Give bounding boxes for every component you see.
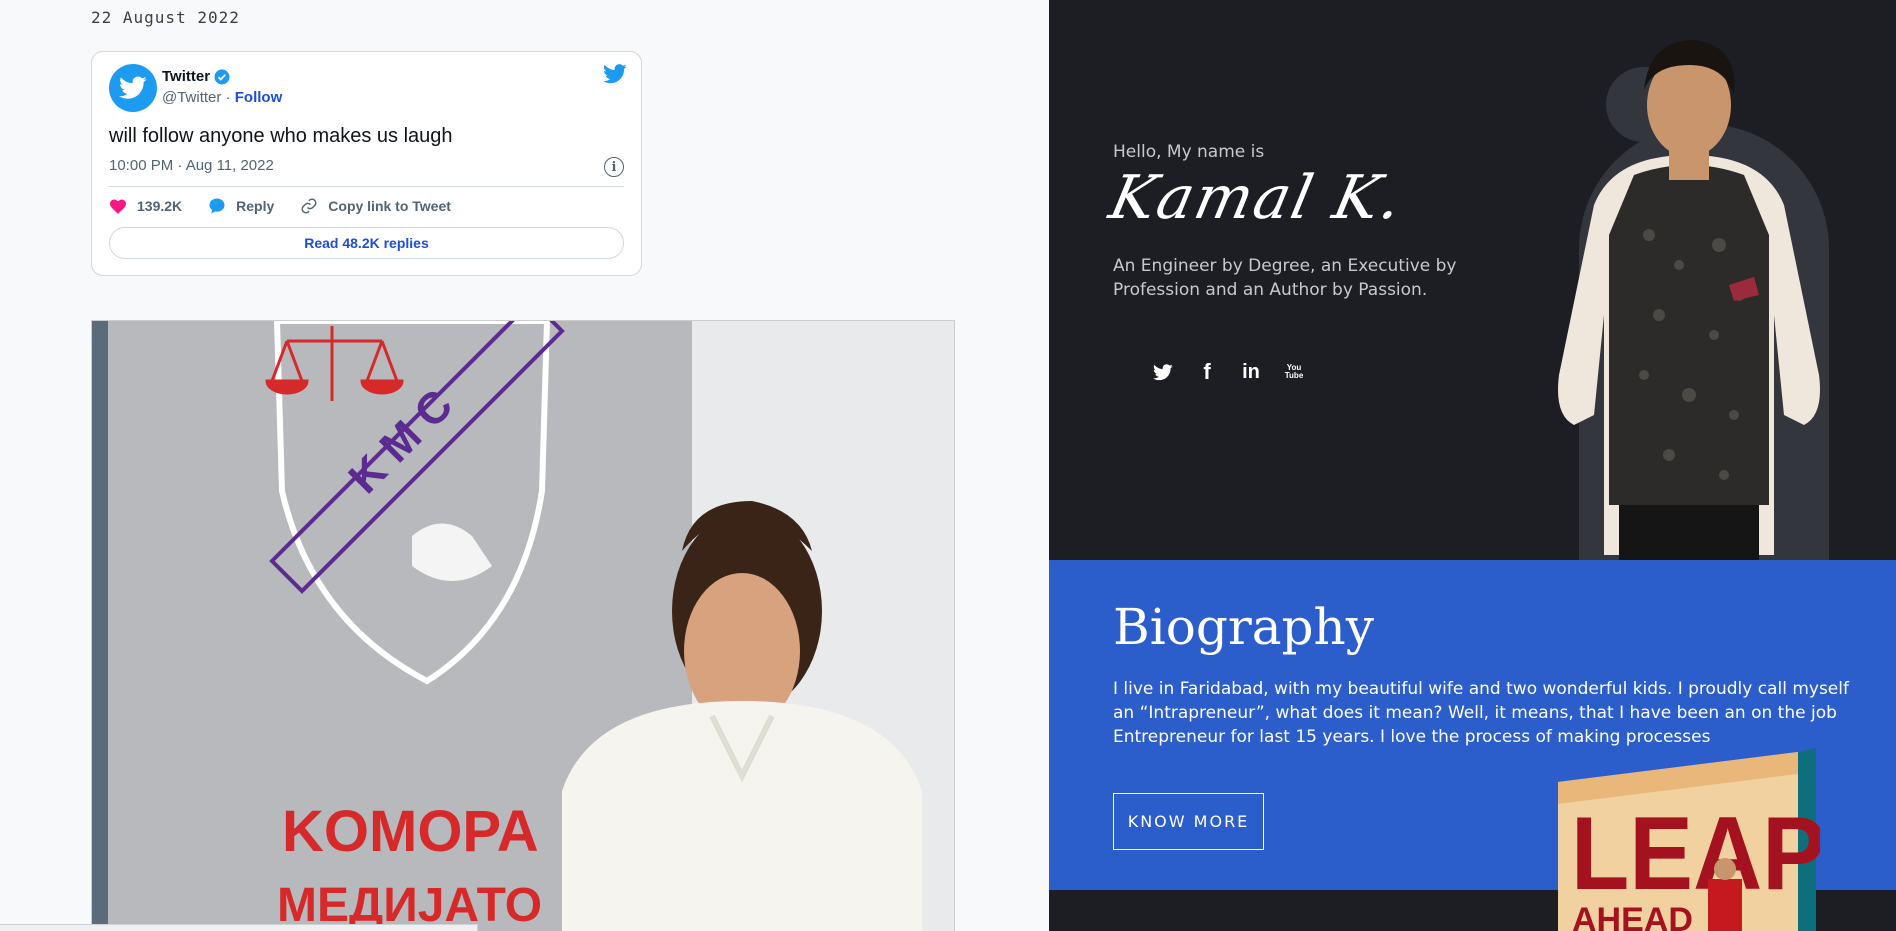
twitter-logo-icon[interactable] (603, 64, 627, 89)
book-title-line2: AHEAD (1572, 901, 1693, 931)
reply-button[interactable]: Reply (208, 197, 274, 215)
know-more-button[interactable]: KNOW MORE (1113, 793, 1264, 850)
post-date: 22 August 2022 (91, 8, 240, 27)
follow-link[interactable]: Follow (235, 89, 283, 106)
linkedin-glyph: in (1242, 360, 1260, 383)
tweet-actions: 139.2K Reply Copy link to Tweet (109, 197, 451, 215)
youtube-icon[interactable]: You Tube (1284, 360, 1304, 384)
facebook-glyph: f (1203, 359, 1211, 384)
reply-label: Reply (236, 198, 275, 214)
tweet-separator: · (225, 89, 231, 106)
hero-signature: Kamal K. (1103, 163, 1410, 233)
photo-image: K M C KOMOPA МЕДИЈАТО (92, 321, 954, 931)
biography-text: I live in Faridabad, with my beautiful w… (1113, 679, 1849, 747)
read-replies-button[interactable]: Read 48.2K replies (109, 227, 624, 259)
info-icon[interactable]: i (604, 157, 624, 177)
hero-greeting: Hello, My name is (1113, 142, 1265, 162)
tweet-divider (109, 186, 624, 187)
tweet-handle-row: @Twitter · Follow (162, 89, 282, 106)
heart-icon (110, 199, 126, 214)
copy-link-button[interactable]: Copy link to Tweet (300, 197, 451, 215)
status-bar (0, 924, 478, 931)
biography-title: Biography (1113, 598, 1375, 656)
twitter-bird-icon (119, 76, 147, 99)
tweet-timestamp[interactable]: 10:00 PM · Aug 11, 2022 (109, 157, 274, 174)
article-photo: K M C KOMOPA МЕДИЈАТО (91, 320, 955, 931)
book-cover[interactable]: LEAP AHEAD (1558, 744, 1826, 931)
social-links: f in You Tube (1153, 359, 1304, 384)
hero-section: Hello, My name is Kamal K. An Engineer b… (1049, 0, 1896, 560)
like-count: 139.2K (137, 198, 183, 214)
youtube-glyph: You Tube (1284, 363, 1304, 380)
hero-tagline: An Engineer by Degree, an Executive by P… (1113, 256, 1457, 300)
copy-link-label: Copy link to Tweet (328, 198, 451, 214)
tweet-handle[interactable]: @Twitter (162, 89, 221, 106)
linkedin-icon[interactable]: in (1241, 360, 1261, 384)
twitter-avatar[interactable] (109, 64, 157, 112)
facebook-icon[interactable]: f (1197, 359, 1217, 384)
speech-bubble-icon (209, 198, 225, 214)
verified-badge-icon (214, 69, 230, 84)
embedded-tweet: Twitter @Twitter · Follow will follow an… (91, 51, 642, 276)
book-title-line1: LEAP (1571, 796, 1820, 912)
twitter-icon[interactable] (1153, 360, 1173, 384)
author-portrait (1539, 35, 1839, 560)
link-icon (301, 198, 317, 214)
tweet-author[interactable]: Twitter (162, 68, 230, 85)
tweet-text: will follow anyone who makes us laugh (109, 125, 453, 147)
photo-sign-text: KOMOPA (282, 799, 539, 864)
tweet-author-name: Twitter (162, 68, 211, 85)
like-button[interactable]: 139.2K (109, 198, 182, 214)
